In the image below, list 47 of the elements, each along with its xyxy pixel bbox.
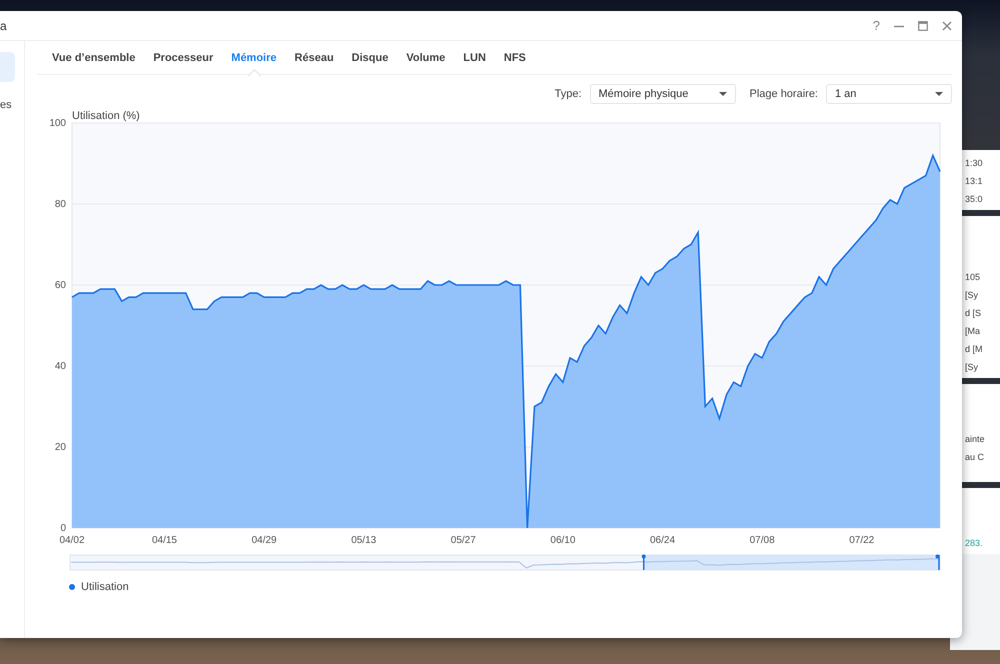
tab[interactable]: NFS (494, 41, 535, 74)
cut-off-text: d [M (965, 344, 984, 354)
y-tick-label: 40 (54, 361, 66, 372)
tab[interactable]: Volume (397, 41, 454, 74)
cut-off-text: [Sy (965, 290, 980, 300)
close-icon[interactable] (942, 20, 952, 30)
tab[interactable]: LUN (454, 41, 495, 74)
x-tick-label: 05/27 (450, 535, 476, 546)
caret-icon (718, 92, 726, 96)
tab[interactable]: Disque (342, 41, 398, 74)
cut-off-text: 283. (965, 538, 984, 548)
cut-off-text: 35:0 (965, 194, 984, 204)
x-tick-label: 04/29 (252, 535, 277, 546)
tab[interactable]: Réseau (286, 41, 343, 74)
cut-off-text: ainte (965, 434, 986, 444)
x-tick-label: 04/15 (152, 535, 177, 546)
cut-off-text: [Sy (965, 362, 980, 372)
filter-label: Type: (554, 88, 582, 100)
y-tick-label: 100 (49, 118, 66, 129)
cut-off-text: 1:30 (965, 158, 984, 168)
tab[interactable]: Vue d’ensemble (43, 41, 144, 74)
cut-off-text: 13:1 (965, 176, 984, 186)
y-tick-label: 0 (60, 523, 66, 534)
maximize-icon[interactable] (918, 20, 928, 30)
filter-label: Plage horaire: (750, 88, 818, 100)
x-tick-label: 07/22 (849, 535, 874, 546)
cut-off-text: au C (965, 452, 986, 462)
x-tick-label: 05/13 (351, 535, 376, 546)
x-tick-label: 06/24 (650, 535, 676, 546)
y-tick-label: 60 (54, 280, 66, 291)
dropdown[interactable]: 1 an (826, 84, 952, 104)
x-tick-label: 06/10 (550, 535, 576, 546)
y-tick-label: 20 (54, 442, 66, 453)
x-tick-label: 07/08 (750, 535, 775, 546)
y-axis-title: Utilisation (%) (72, 110, 140, 122)
help-button[interactable]: ? (872, 18, 880, 33)
y-tick-label: 80 (54, 199, 66, 210)
sidebar-item[interactable]: es (0, 90, 24, 120)
cut-off-text: 105 (965, 272, 982, 282)
tab[interactable]: Processeur (144, 41, 222, 74)
legend-label[interactable]: Utilisation (81, 581, 129, 593)
cut-off-text: [Ma (965, 326, 982, 336)
caret-icon (935, 92, 943, 96)
window-title: a (0, 18, 8, 32)
dropdown[interactable]: Mémoire physique (590, 84, 736, 104)
cut-off-text: d [S (965, 308, 982, 318)
x-tick-label: 04/02 (59, 535, 85, 546)
